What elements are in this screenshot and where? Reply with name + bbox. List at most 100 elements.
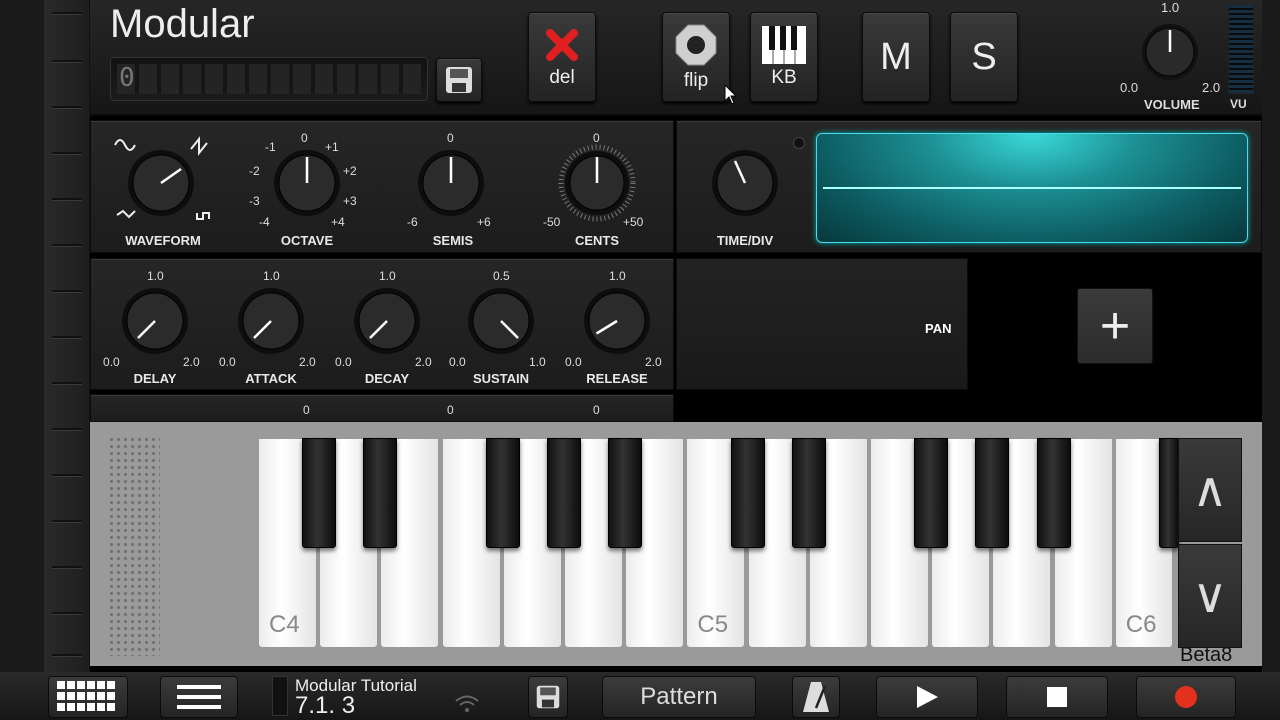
timediv-label: TIME/DIV bbox=[716, 233, 774, 248]
timediv-knob-unit[interactable]: TIME/DIV bbox=[685, 131, 805, 251]
envelope-knob-unit[interactable]: 0.5 0.0 1.0 SUSTAIN bbox=[441, 267, 561, 387]
octave-up-button[interactable]: ∧ bbox=[1178, 438, 1242, 542]
waveform-knob-unit[interactable]: WAVEFORM bbox=[103, 131, 223, 251]
hamburger-menu-button[interactable] bbox=[160, 676, 238, 718]
octave-tick-m1: -1 bbox=[265, 140, 276, 154]
black-key[interactable] bbox=[302, 438, 337, 548]
waveform-label: WAVEFORM bbox=[125, 233, 201, 248]
envelope-max: 2.0 bbox=[415, 355, 432, 369]
octave-tick-m3: -3 bbox=[249, 194, 260, 208]
timediv-knob[interactable] bbox=[685, 131, 805, 231]
volume-top-value: 1.0 bbox=[1161, 0, 1180, 15]
note-label: C6 bbox=[1125, 611, 1157, 638]
next-octave-tick: 0 bbox=[303, 403, 310, 417]
envelope-top-value: 0.5 bbox=[493, 269, 510, 283]
envelope-max: 2.0 bbox=[299, 355, 316, 369]
cents-mid: 0 bbox=[593, 131, 600, 145]
next-add-slot bbox=[972, 398, 1262, 422]
pattern-label: Pattern bbox=[640, 683, 718, 710]
flip-label: flip bbox=[683, 70, 709, 91]
black-key[interactable] bbox=[975, 438, 1010, 548]
black-key[interactable] bbox=[730, 438, 765, 548]
save-preset-button[interactable] bbox=[436, 58, 482, 102]
envelope-label: DELAY bbox=[133, 371, 177, 386]
envelope-knob-unit[interactable]: 1.0 0.0 2.0 ATTACK bbox=[211, 267, 331, 387]
envelope-min: 0.0 bbox=[219, 355, 236, 369]
envelope-min: 0.0 bbox=[103, 355, 120, 369]
keyboard-toggle-button[interactable]: KB bbox=[750, 12, 818, 102]
volume-label: VOLUME bbox=[1144, 97, 1200, 112]
mute-button[interactable]: M bbox=[862, 12, 930, 102]
menu-icon bbox=[177, 685, 221, 709]
grid-menu-button[interactable] bbox=[48, 676, 128, 718]
black-key[interactable] bbox=[1036, 438, 1071, 548]
black-key[interactable] bbox=[547, 438, 581, 548]
instrument-title: Modular bbox=[110, 2, 255, 46]
black-key[interactable] bbox=[608, 438, 643, 548]
solo-button[interactable]: S bbox=[950, 12, 1018, 102]
envelope-min: 0.0 bbox=[335, 355, 352, 369]
octave-label: OCTAVE bbox=[280, 233, 334, 248]
metronome-button[interactable] bbox=[792, 676, 840, 718]
grid-icon bbox=[57, 681, 115, 711]
semis-mid: 0 bbox=[447, 131, 454, 145]
note-label: C4 bbox=[269, 611, 300, 638]
stop-button[interactable] bbox=[1006, 676, 1108, 718]
record-icon bbox=[1175, 686, 1197, 708]
version-label: Beta8 bbox=[1180, 644, 1233, 666]
envelope-label: ATTACK bbox=[245, 371, 297, 386]
next-semis-tick: 0 bbox=[447, 403, 454, 417]
next-cents-tick: 0 bbox=[593, 403, 600, 417]
envelope-label: SUSTAIN bbox=[472, 371, 530, 386]
black-key[interactable] bbox=[363, 438, 398, 548]
pattern-button[interactable]: Pattern bbox=[602, 676, 756, 718]
next-module-row: 0 0 0 bbox=[90, 394, 674, 422]
octave-tick-m2: -2 bbox=[249, 164, 260, 178]
scope-led bbox=[793, 137, 805, 149]
black-key[interactable] bbox=[485, 438, 520, 548]
chevron-up-icon: ∧ bbox=[1192, 464, 1228, 517]
envelope-max: 2.0 bbox=[183, 355, 200, 369]
save-song-button[interactable] bbox=[528, 676, 568, 718]
speaker-grille bbox=[108, 436, 160, 656]
play-button[interactable] bbox=[876, 676, 978, 718]
octave-tick-0: 0 bbox=[301, 131, 308, 145]
black-key[interactable] bbox=[1159, 438, 1179, 548]
volume-knob[interactable] bbox=[1134, 14, 1206, 86]
mouse-cursor-icon bbox=[724, 84, 738, 105]
cents-knob-unit[interactable]: 0 -50 +50 CENTS bbox=[537, 131, 657, 251]
black-key[interactable] bbox=[791, 438, 826, 548]
envelope-label: RELEASE bbox=[586, 371, 648, 386]
envelope-label: DECAY bbox=[364, 371, 410, 386]
volume-control[interactable]: 1.0 0.0 2.0 VOLUME bbox=[1120, 0, 1232, 116]
black-key[interactable] bbox=[914, 438, 949, 548]
envelope-knob-unit[interactable]: 1.0 0.0 2.0 DELAY bbox=[95, 267, 215, 387]
semis-max: +6 bbox=[477, 215, 491, 229]
plus-icon: + bbox=[1099, 297, 1131, 355]
jack-icon bbox=[675, 24, 717, 66]
next-pan-slot bbox=[678, 398, 966, 422]
envelope-knob-unit[interactable]: 1.0 0.0 2.0 RELEASE bbox=[557, 267, 677, 387]
song-position: 7.1. 3 bbox=[295, 692, 356, 719]
flip-button[interactable]: flip bbox=[662, 12, 730, 102]
add-module-button[interactable]: + bbox=[1077, 288, 1153, 364]
envelope-knob-unit[interactable]: 1.0 0.0 2.0 DECAY bbox=[327, 267, 447, 387]
octave-knob-unit[interactable]: 0 -1 +1 -2 +2 -3 +3 -4 +4 OCTAVE bbox=[247, 131, 367, 251]
kb-label: KB bbox=[771, 67, 797, 88]
envelope-max: 1.0 bbox=[529, 355, 546, 369]
cents-label: CENTS bbox=[574, 233, 620, 248]
envelope-min: 0.0 bbox=[565, 355, 582, 369]
oscillator-panel: WAVEFORM 0 -1 +1 -2 +2 -3 +3 -4 +4 OCTAV… bbox=[90, 120, 674, 253]
add-module-slot: + bbox=[972, 258, 1262, 390]
octave-down-button[interactable]: ∨ bbox=[1178, 544, 1242, 648]
envelope-max: 2.0 bbox=[645, 355, 662, 369]
note-label: C5 bbox=[697, 611, 729, 638]
delete-button[interactable]: del bbox=[528, 12, 596, 102]
semis-knob-unit[interactable]: 0 -6 +6 SEMIS bbox=[393, 131, 513, 251]
envelope-top-value: 1.0 bbox=[263, 269, 280, 283]
preset-display[interactable]: 0 bbox=[110, 57, 428, 101]
song-indicator bbox=[272, 676, 288, 716]
waveform-knob[interactable] bbox=[103, 131, 223, 231]
record-button[interactable] bbox=[1136, 676, 1236, 718]
solo-label: S bbox=[971, 35, 997, 78]
